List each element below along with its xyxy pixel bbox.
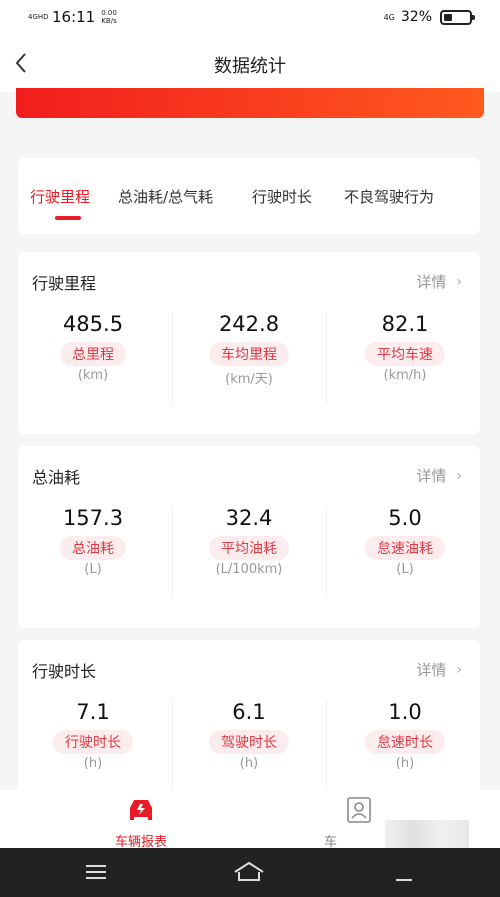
metric-value: 242.8: [218, 312, 280, 336]
blurred-region: [385, 820, 469, 848]
category-tabs: 行驶里程 总油耗/总气耗 行驶时长 不良驾驶行为: [18, 158, 480, 234]
battery-percent: 32%: [400, 9, 432, 25]
signal-indicator: 4G: [383, 12, 395, 22]
metric-value: 82.1: [381, 312, 429, 336]
tab-bad-driving[interactable]: 不良驾驶行为: [344, 186, 434, 207]
metric-value: 485.5: [62, 312, 124, 336]
back-nav-button[interactable]: [392, 860, 416, 888]
network-speed: 0.00 KB/s: [101, 9, 117, 25]
metric-total-mileage: 485.5 总里程 (km): [18, 312, 168, 383]
details-link[interactable]: 详情 ›: [416, 465, 462, 486]
page-title: 数据统计: [214, 56, 286, 77]
metric-avg-fuel: 32.4 平均油耗 (L/100km): [174, 506, 324, 577]
metric-unit: (h): [395, 756, 415, 771]
network-indicator: 4GHD: [28, 13, 49, 21]
metric-label: 总里程: [60, 342, 126, 366]
menu-button[interactable]: [84, 860, 108, 888]
details-link[interactable]: 详情 ›: [416, 271, 462, 292]
details-label: 详情: [416, 467, 447, 485]
chevron-right-icon: ›: [456, 273, 462, 290]
tab-vehicle-report[interactable]: 车辆报表: [86, 796, 196, 850]
metric-label: 怠速油耗: [365, 536, 445, 560]
status-bar: 4GHD 16:11 0.00 KB/s 4G 32%: [0, 0, 500, 36]
tab-fuel[interactable]: 总油耗/总气耗: [118, 186, 213, 207]
card-title: 行驶时长: [32, 662, 97, 681]
metric-unit: (L): [396, 562, 414, 577]
divider: [172, 312, 173, 404]
divider: [326, 700, 327, 792]
system-nav-bar: [0, 848, 500, 897]
speed-unit: KB/s: [101, 17, 117, 25]
details-link[interactable]: 详情 ›: [416, 659, 462, 680]
metric-value: 1.0: [388, 700, 422, 724]
battery-fill: [444, 13, 452, 21]
menu-icon: [86, 865, 106, 879]
metric-label: 车均里程: [209, 342, 289, 366]
metric-unit: (h): [83, 756, 103, 771]
app-header: 数据统计: [0, 36, 500, 92]
card-title: 行驶里程: [32, 274, 97, 293]
metric-label: 怠速时长: [365, 730, 445, 754]
chevron-right-icon: ›: [456, 467, 462, 484]
home-button[interactable]: [232, 860, 266, 888]
metric-avg-vehicle-mileage: 242.8 车均里程 (km/天): [174, 312, 324, 387]
header-banner: [16, 88, 484, 118]
metric-value: 5.0: [388, 506, 422, 530]
mileage-card: 行驶里程 详情 › 485.5 总里程 (km) 242.8 车均里程 (km/…: [18, 252, 480, 434]
back-nav-icon: [396, 879, 412, 881]
speed-value: 0.00: [101, 9, 117, 17]
divider: [172, 700, 173, 792]
metric-unit: (km/天): [225, 372, 273, 387]
metric-label: 行驶时长: [53, 730, 133, 754]
details-label: 详情: [416, 661, 447, 679]
clock: 16:11: [52, 8, 96, 26]
metric-drive-duration: 7.1 行驶时长 (h): [18, 700, 168, 771]
metric-total-fuel: 157.3 总油耗 (L): [18, 506, 168, 577]
metric-unit: (km): [77, 368, 109, 383]
person-card-icon: [347, 797, 371, 823]
metric-label: 平均车速: [365, 342, 445, 366]
chevron-right-icon: ›: [456, 661, 462, 678]
metric-label: 驾驶时长: [209, 730, 289, 754]
metric-unit: (km/h): [383, 368, 427, 383]
metric-value: 32.4: [225, 506, 273, 530]
battery-icon: [440, 9, 475, 25]
home-icon: [234, 861, 264, 881]
fuel-card: 总油耗 详情 › 157.3 总油耗 (L) 32.4 平均油耗 (L/100k…: [18, 446, 480, 628]
metric-label: 平均油耗: [209, 536, 289, 560]
divider: [326, 312, 327, 404]
divider: [326, 506, 327, 598]
tab-duration[interactable]: 行驶时长: [252, 186, 312, 207]
car-report-icon: [130, 800, 152, 820]
metric-avg-speed: 82.1 平均车速 (km/h): [330, 312, 480, 383]
metric-unit: (L): [84, 562, 102, 577]
active-tab-indicator: [55, 216, 81, 220]
metric-label: 总油耗: [60, 536, 126, 560]
metric-unit: (h): [239, 756, 259, 771]
metric-value: 7.1: [76, 700, 110, 724]
metric-value: 157.3: [62, 506, 124, 530]
metric-value: 6.1: [232, 700, 266, 724]
duration-card: 行驶时长 详情 › 7.1 行驶时长 (h) 6.1 驾驶时长 (h) 1.0 …: [18, 640, 480, 800]
card-title: 总油耗: [32, 468, 81, 487]
details-label: 详情: [416, 273, 447, 291]
metric-unit: (L/100km): [215, 562, 283, 577]
divider: [172, 506, 173, 598]
tab-mileage[interactable]: 行驶里程: [30, 186, 90, 207]
metric-idle-fuel: 5.0 怠速油耗 (L): [330, 506, 480, 577]
metric-idle-duration: 1.0 怠速时长 (h): [330, 700, 480, 771]
metric-driving-duration: 6.1 驾驶时长 (h): [174, 700, 324, 771]
